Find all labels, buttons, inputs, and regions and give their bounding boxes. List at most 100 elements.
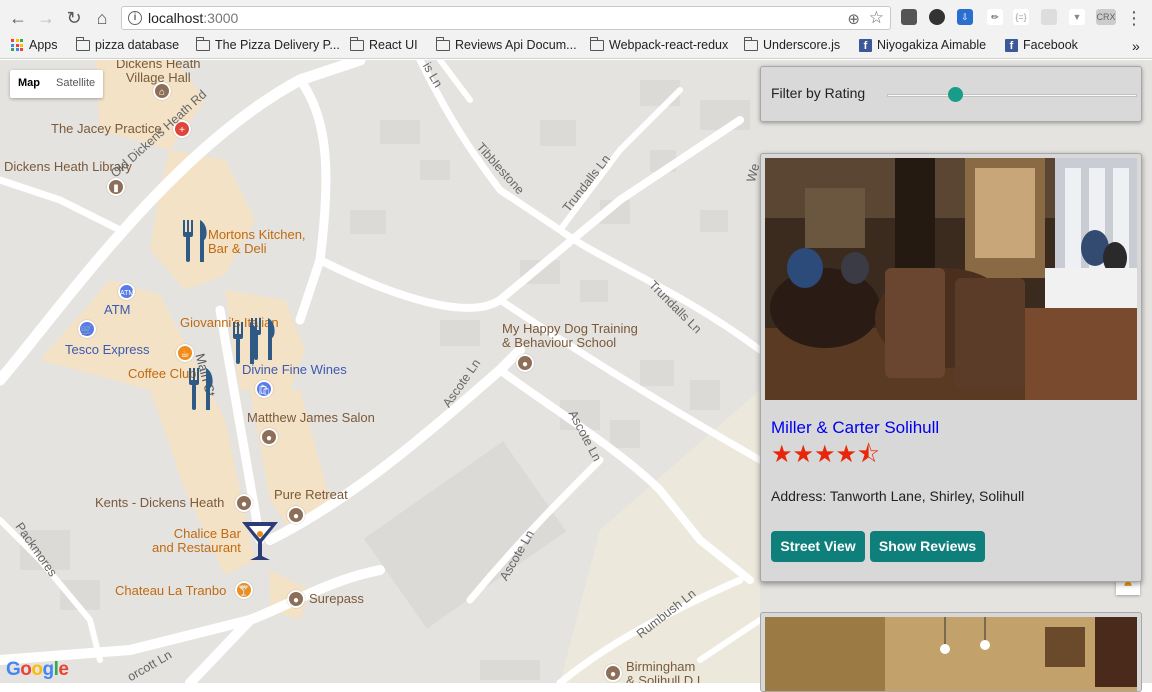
restaurant-name-link[interactable]: Miller & Carter Solihull — [771, 418, 939, 438]
label-divine: Divine Fine Wines — [242, 362, 347, 377]
bookmark-pizza-database[interactable]: pizza database — [76, 36, 180, 52]
download-extension-icon[interactable]: ⇩ — [957, 9, 973, 25]
bookmark-label: pizza database — [95, 38, 180, 52]
label-tesco: Tesco Express — [65, 342, 150, 357]
label-pure-retreat: Pure Retreat — [274, 487, 348, 502]
kents-pin-icon[interactable]: ● — [235, 494, 253, 512]
bookmark-underscore[interactable]: Underscore.js — [744, 36, 841, 52]
folder-icon — [350, 36, 364, 51]
bookmark-label: Reviews Api Docum... — [455, 38, 577, 52]
restaurant-photo — [765, 158, 1137, 400]
atm-icon[interactable]: ATM — [118, 283, 135, 300]
label-matthew: Matthew James Salon — [247, 410, 375, 425]
restaurant-marker-fork-knife-icon[interactable] — [180, 220, 210, 262]
shopping-bag-icon[interactable]: 🛍 — [255, 380, 273, 398]
village-hall-icon[interactable]: ⌂ — [153, 82, 171, 100]
star-rating: ★ ★ ★ ★ ⯪ — [771, 442, 880, 468]
label-line: and Restaurant — [152, 540, 241, 555]
bookmark-label: Facebook — [1023, 38, 1078, 52]
label-jacey: The Jacey Practice — [51, 121, 162, 136]
reload-icon[interactable]: ↻ — [62, 6, 86, 30]
birmingham-pin-icon[interactable]: ● — [604, 664, 622, 682]
vue-extension-icon[interactable]: ▼ — [1069, 9, 1085, 25]
label-kents: Kents - Dickens Heath — [95, 495, 225, 510]
restaurant-address: Address: Tanworth Lane, Shirley, Solihul… — [771, 488, 1025, 504]
show-reviews-button[interactable]: Show Reviews — [870, 531, 985, 562]
json-extension-icon[interactable]: {=} — [1013, 9, 1029, 25]
bookmark-react-ui[interactable]: React UI — [350, 36, 418, 52]
address-bar[interactable]: i localhost:3000 ⊕ ☆ — [121, 6, 891, 30]
salon-pin-icon[interactable]: ● — [260, 428, 278, 446]
label-line: & Behaviour School — [502, 335, 617, 350]
extension-1-icon[interactable] — [901, 9, 917, 25]
bookmark-label: The Pizza Delivery P... — [215, 38, 340, 52]
extension-6-icon[interactable] — [1041, 9, 1057, 25]
filter-panel: Filter by Rating — [760, 66, 1142, 122]
location-target-icon[interactable]: ⊕ — [847, 10, 860, 28]
bookmark-label: Webpack-react-redux — [609, 38, 729, 52]
star-full-icon: ★ — [835, 441, 858, 468]
restaurant-marker-fork-knife-icon[interactable] — [186, 368, 216, 410]
url-host: localhost — [148, 10, 204, 26]
logo-letter: o — [20, 659, 32, 680]
logo-letter: g — [42, 659, 55, 680]
crx-extension-icon[interactable]: CRX — [1096, 9, 1116, 25]
browser-toolbar: ← → ↻ ⌂ i localhost:3000 ⊕ ☆ ⇩ ✏ {=} ▼ C… — [0, 0, 1152, 35]
bookmark-webpack[interactable]: Webpack-react-redux — [590, 36, 729, 52]
bookmark-niyogakiza[interactable]: f Niyogakiza Aimable — [859, 38, 986, 52]
forward-arrow-icon[interactable]: → — [34, 6, 58, 30]
back-arrow-icon[interactable]: ← — [6, 6, 30, 30]
logo-letter: G — [6, 659, 21, 680]
bookmark-apps[interactable]: Apps — [11, 38, 58, 52]
surepass-pin-icon[interactable]: ● — [287, 590, 305, 608]
folder-icon — [76, 36, 90, 51]
logo-letter: e — [58, 659, 69, 680]
coffee-cup-icon[interactable]: ☕ — [176, 344, 194, 362]
map-type-control: Map Satellite — [10, 70, 104, 98]
url-text: localhost:3000 — [148, 10, 238, 26]
label-chalice: Chalice Bar and Restaurant — [152, 527, 241, 555]
site-info-icon[interactable]: i — [128, 11, 142, 25]
bookmark-label: React UI — [369, 38, 418, 52]
rating-slider-track[interactable] — [887, 94, 1137, 97]
bookmark-reviews-api[interactable]: Reviews Api Docum... — [436, 36, 577, 52]
restaurant-card-next — [760, 612, 1142, 692]
label-birmingham: Birmingham & Solihull D I — [626, 659, 700, 684]
label-line: Bar & Deli — [208, 241, 267, 256]
bookmark-star-icon[interactable]: ☆ — [869, 8, 884, 28]
facebook-icon: f — [859, 38, 872, 52]
label-surepass: Surepass — [309, 591, 364, 606]
bar-marker-cocktail-icon[interactable] — [240, 520, 280, 562]
bookmark-pizza-delivery[interactable]: The Pizza Delivery P... — [196, 36, 340, 52]
google-logo[interactable]: Google — [6, 659, 69, 681]
bookmark-facebook[interactable]: f Facebook — [1005, 38, 1078, 52]
star-full-icon: ★ — [771, 441, 793, 468]
menu-kebab-icon[interactable]: ⋮ — [1122, 6, 1146, 30]
star-full-icon: ★ — [814, 441, 836, 468]
filter-label: Filter by Rating — [771, 85, 866, 101]
label-line: Chalice Bar — [173, 526, 241, 541]
map-type-map-button[interactable]: Map — [10, 70, 48, 98]
label-line: Birmingham — [626, 659, 696, 674]
more-bookmarks-chevron-icon[interactable]: » — [1132, 38, 1140, 54]
dog-training-pin-icon[interactable]: ● — [516, 354, 534, 372]
bookmark-label: Underscore.js — [763, 38, 841, 52]
library-book-icon[interactable]: ▮ — [107, 178, 125, 196]
eyedropper-extension-icon[interactable]: ✏ — [987, 9, 1003, 25]
wine-glass-icon[interactable]: 🍸 — [235, 581, 253, 599]
label-line: My Happy Dog Training — [502, 321, 638, 336]
folder-icon — [590, 36, 604, 51]
map-type-satellite-button[interactable]: Satellite — [48, 70, 103, 98]
label-village-hall: Dickens Heath Village Hall — [116, 60, 201, 85]
pure-retreat-pin-icon[interactable]: ● — [287, 506, 305, 524]
rating-slider-thumb[interactable] — [947, 87, 963, 102]
star-half-icon: ⯪ — [857, 441, 880, 468]
bookmark-label: Apps — [29, 38, 58, 52]
street-view-button[interactable]: Street View — [771, 531, 865, 562]
restaurant-marker-fork-knife-icon[interactable] — [248, 318, 278, 360]
label-atm: ATM — [104, 302, 131, 317]
shopping-cart-icon[interactable]: 🛒 — [78, 320, 96, 338]
home-icon[interactable]: ⌂ — [90, 6, 114, 30]
restaurant-card: Miller & Carter Solihull ★ ★ ★ ★ ⯪ Addre… — [760, 153, 1142, 582]
extension-2-icon[interactable] — [929, 9, 945, 25]
